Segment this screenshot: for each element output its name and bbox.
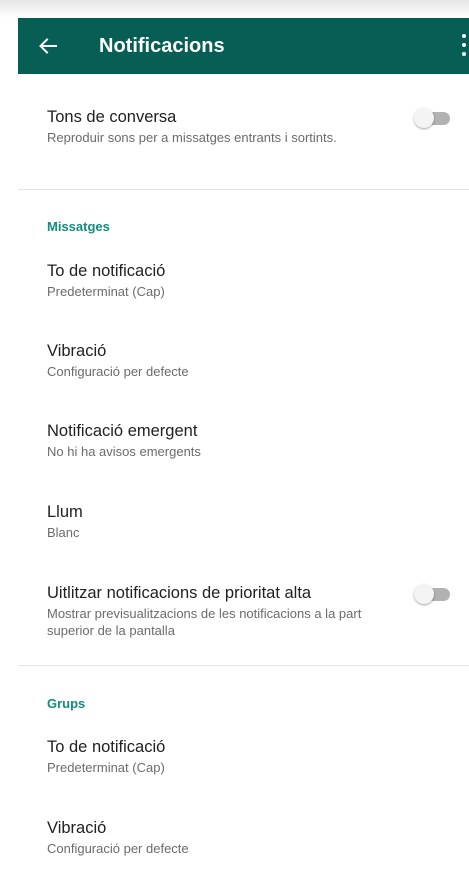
messages-tone-subtitle: Predeterminat (Cap) xyxy=(47,284,165,299)
toggle-thumb xyxy=(414,108,434,128)
status-bar-shadow xyxy=(0,0,469,18)
groups-vibration-subtitle: Configuració per defecte xyxy=(47,841,189,856)
divider xyxy=(18,189,469,190)
more-vertical-icon-dot xyxy=(462,52,466,56)
messages-popup-item[interactable]: Notificació emergent No hi ha avisos eme… xyxy=(18,406,469,476)
messages-vibration-subtitle: Configuració per defecte xyxy=(47,364,189,379)
notifications-settings-screen: Notificacions Tons de conversa Reproduir… xyxy=(0,0,469,889)
section-header-groups: Grups xyxy=(47,696,86,711)
app-bar: Notificacions xyxy=(18,18,469,74)
messages-popup-title: Notificació emergent xyxy=(47,422,198,440)
groups-tone-title: To de notificació xyxy=(47,738,166,756)
more-vertical-icon-dot xyxy=(462,43,466,47)
messages-tone-item[interactable]: To de notificació Predeterminat (Cap) xyxy=(18,246,469,316)
divider xyxy=(18,665,469,666)
high-priority-toggle[interactable] xyxy=(414,584,450,604)
groups-vibration-item[interactable]: Vibració Configuració per defecte xyxy=(18,803,469,873)
conversation-tones-toggle[interactable] xyxy=(414,108,450,128)
messages-vibration-item[interactable]: Vibració Configuració per defecte xyxy=(18,326,469,396)
settings-list: Tons de conversa Reproduir sons per a mi… xyxy=(18,74,469,889)
messages-light-item[interactable]: Llum Blanc xyxy=(18,487,469,557)
messages-high-priority-item[interactable]: Uitlitzar notificacions de prioritat alt… xyxy=(18,568,469,664)
messages-high-priority-title: Uitlitzar notificacions de prioritat alt… xyxy=(47,584,312,602)
toggle-thumb xyxy=(414,584,434,604)
conversation-tones-item[interactable]: Tons de conversa Reproduir sons per a mi… xyxy=(18,74,469,189)
messages-light-subtitle: Blanc xyxy=(47,525,80,540)
groups-tone-item[interactable]: To de notificació Predeterminat (Cap) xyxy=(18,722,469,792)
conversation-tones-title: Tons de conversa xyxy=(47,108,177,126)
arrow-left-icon xyxy=(39,38,57,54)
conversation-tones-subtitle: Reproduir sons per a missatges entrants … xyxy=(47,130,337,145)
page-title: Notificacions xyxy=(99,35,225,57)
messages-vibration-title: Vibració xyxy=(47,342,107,360)
more-options-button[interactable] xyxy=(461,32,469,60)
more-vertical-icon xyxy=(462,34,466,38)
messages-popup-subtitle: No hi ha avisos emergents xyxy=(47,444,201,459)
groups-vibration-title: Vibració xyxy=(47,819,107,837)
section-header-messages: Missatges xyxy=(47,219,110,234)
groups-tone-subtitle: Predeterminat (Cap) xyxy=(47,760,165,775)
back-button[interactable] xyxy=(32,30,64,62)
messages-light-title: Llum xyxy=(47,503,83,521)
messages-high-priority-subtitle: Mostrar previsualitzacions de les notifi… xyxy=(47,606,362,638)
messages-tone-title: To de notificació xyxy=(47,262,166,280)
